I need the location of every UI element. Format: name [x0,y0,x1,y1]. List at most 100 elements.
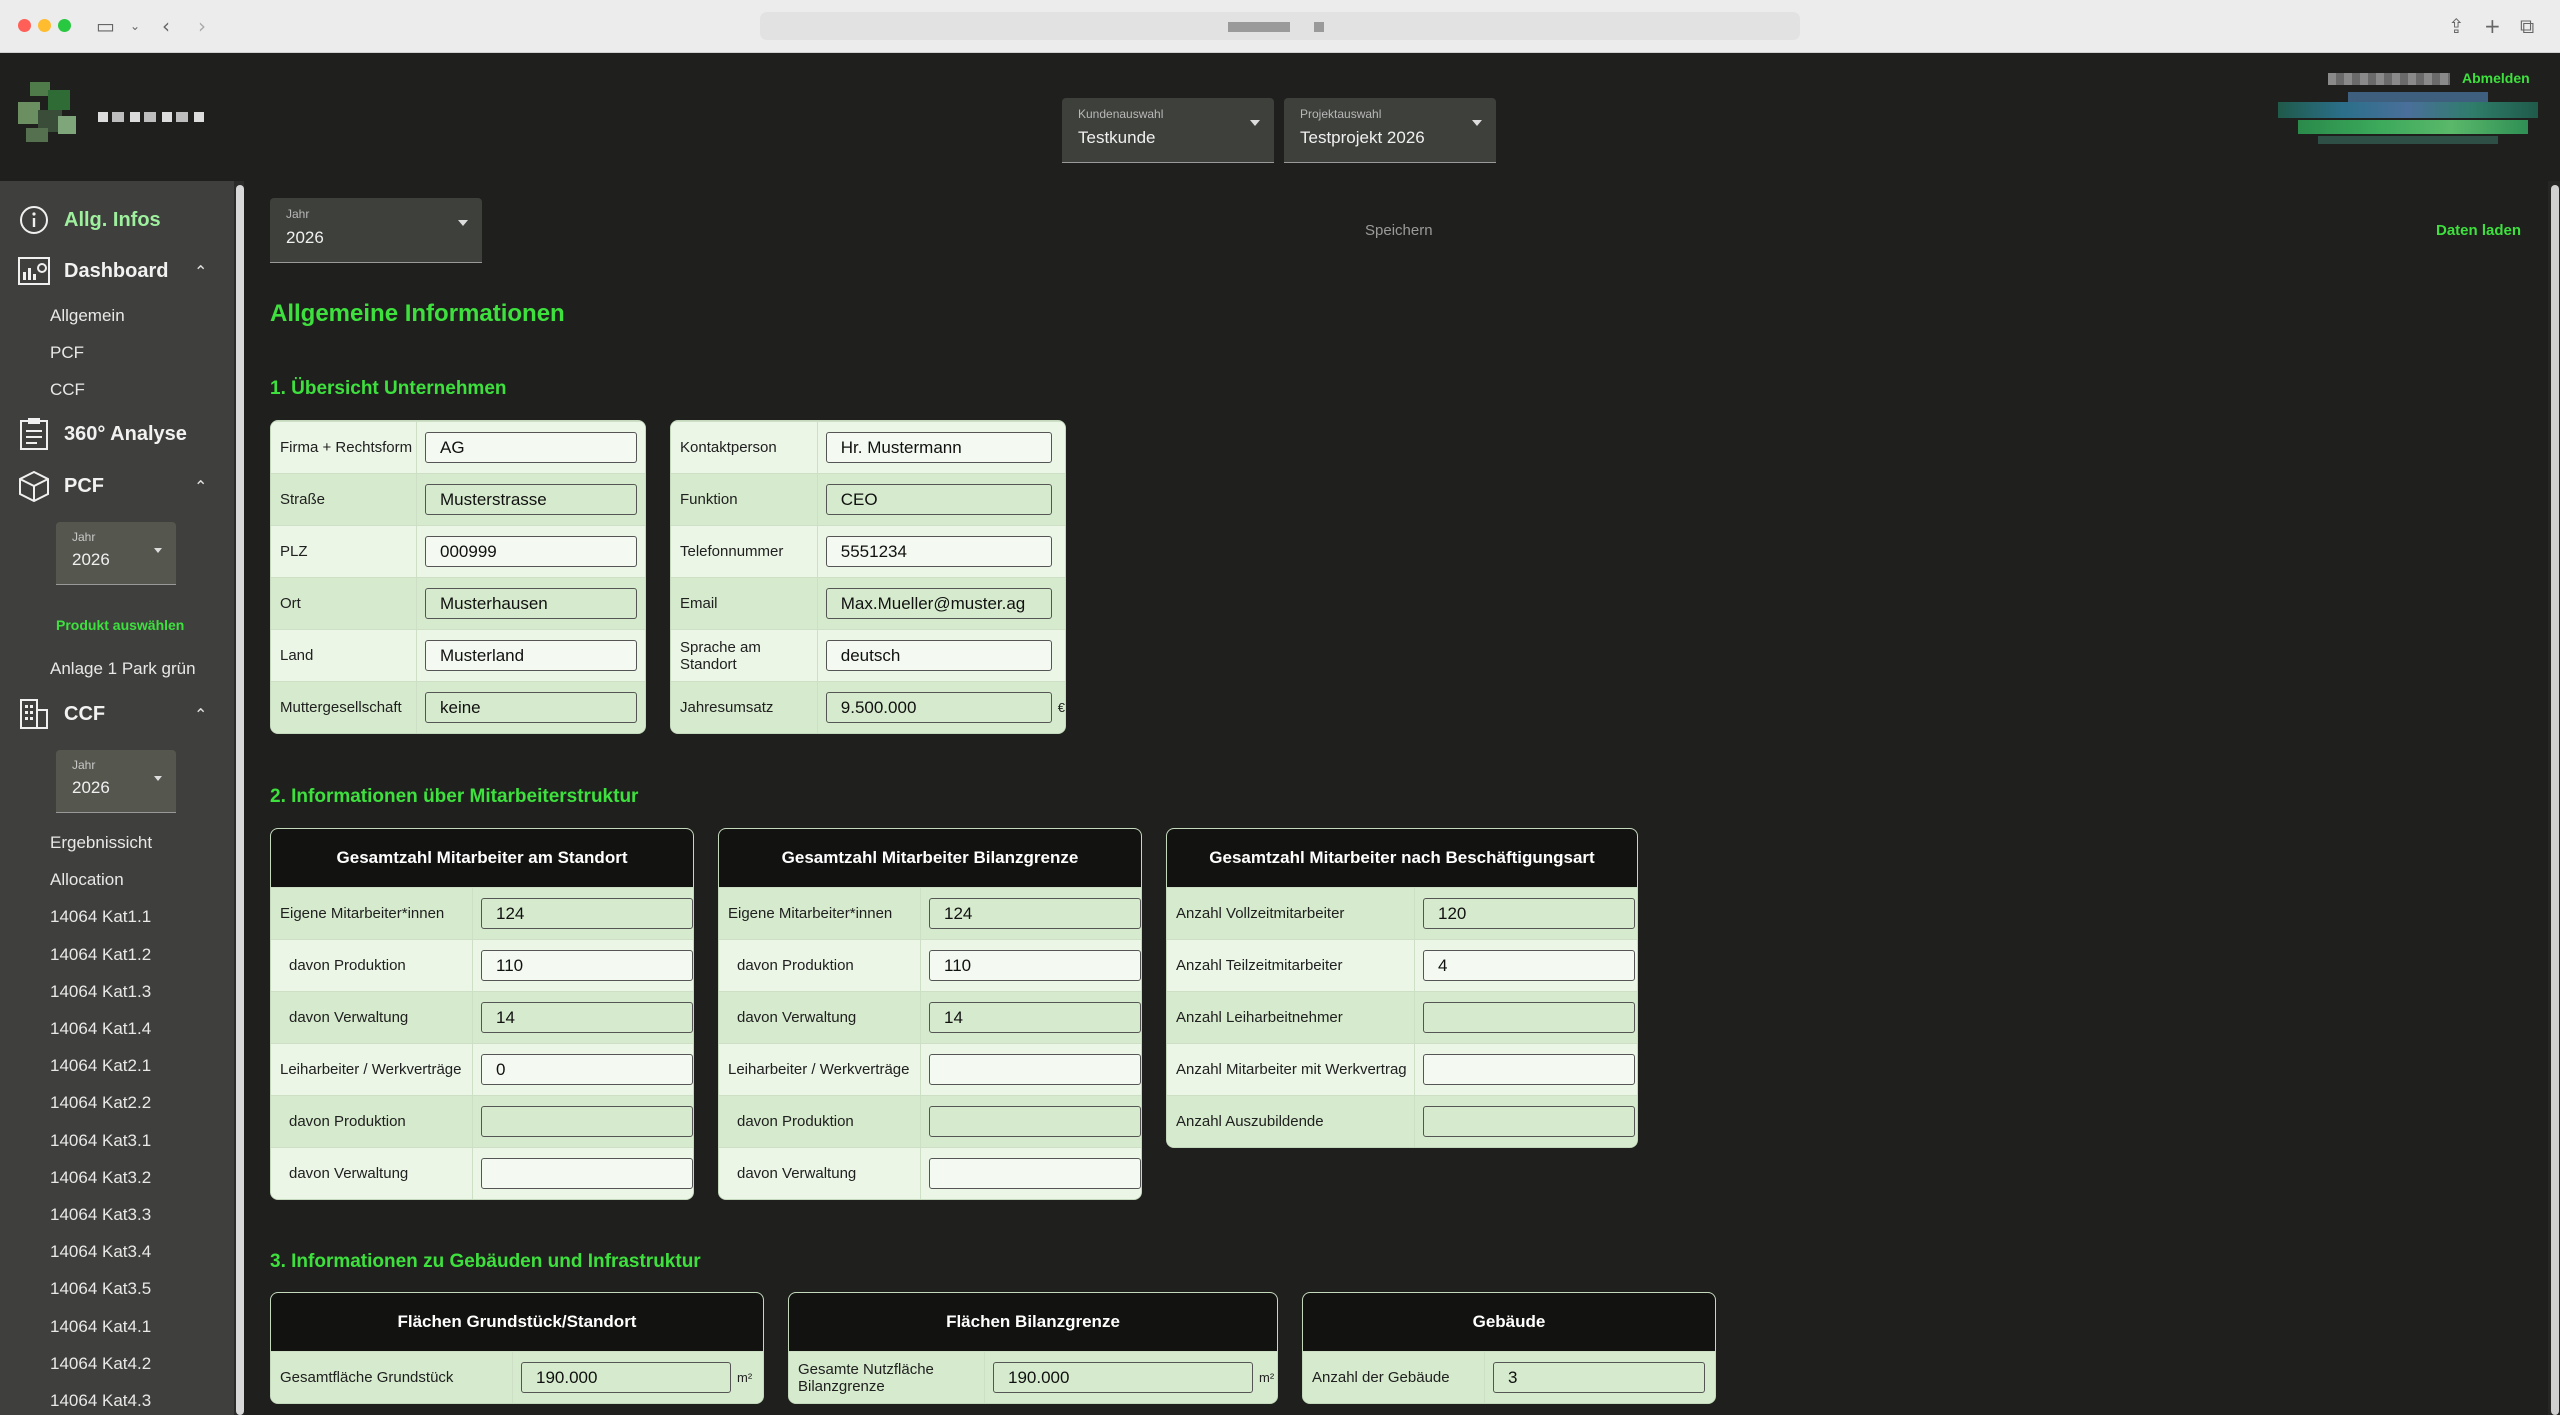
table-title: Gebäude [1303,1293,1715,1352]
year-select-value: 2026 [286,228,324,247]
section-title-company: 1. Übersicht Unternehmen [270,378,507,399]
input-field[interactable]: 0 [481,1054,693,1085]
pcf-year-label: Jahr [72,530,96,544]
sidebar-subitem-ccf[interactable]: 14064 Kat4.2 [50,1354,151,1374]
share-icon[interactable]: ⇪ [2448,14,2465,38]
zoom-window-button[interactable] [58,19,71,32]
input-field[interactable]: Hr. Mustermann [825,432,1052,463]
input-field[interactable]: keine [425,692,637,723]
unit-label: m² [737,1370,753,1385]
main-scrollbar-thumb[interactable] [2551,185,2559,1415]
chevron-up-icon[interactable]: ⌃ [194,262,207,281]
sidebar-subitem-allgemein[interactable]: Allgemein [50,306,125,326]
customer-select[interactable]: Kundenauswahl Testkunde [1062,98,1274,163]
close-window-button[interactable] [18,19,31,32]
input-field[interactable] [929,1158,1141,1189]
input-field[interactable]: AG [425,432,637,463]
input-field[interactable]: Musterhausen [425,588,637,619]
input-field[interactable] [1423,1002,1635,1033]
year-select[interactable]: Jahr 2026 [270,198,482,263]
buildings-input[interactable]: 3 [1493,1362,1705,1393]
sidebar-subitem-product[interactable]: Anlage 1 Park grün [50,659,196,679]
input-field[interactable]: Max.Mueller@muster.ag [825,588,1052,619]
sidebar-item-ccf[interactable]: CCF [18,698,105,730]
input-field[interactable]: Musterstrasse [425,484,637,515]
input-field[interactable]: 5551234 [825,536,1052,567]
logout-link[interactable]: Abmelden [2462,70,2530,86]
forward-icon[interactable]: › [198,14,206,38]
sidebar-subitem-ccf[interactable]: 14064 Kat1.1 [50,907,151,927]
table-row: Funktion CEO [671,473,1065,526]
sidebar-subitem-ccf[interactable]: CCF [50,380,85,400]
input-field[interactable]: 000999 [425,536,637,567]
sidebar-item-dashboard[interactable]: Dashboard [18,255,168,287]
sidebar-item-360-analyse[interactable]: 360° Analyse [18,418,187,450]
minimize-window-button[interactable] [38,19,51,32]
input-field[interactable]: 110 [929,950,1141,981]
browser-toolbar: ▭ ⌄ ‹ › ⇪ + ⧉ [0,0,2560,53]
sidebar-item-allg-infos[interactable]: Allg. Infos [18,204,161,236]
sidebar-subitem-ccf[interactable]: 14064 Kat3.1 [50,1131,151,1151]
table-row: Telefonnummer 5551234 [671,525,1065,578]
chevron-down-icon[interactable]: ⌄ [130,19,140,33]
ccf-year-select[interactable]: Jahr 2026 [56,750,176,813]
sidebar-subitem-ccf[interactable]: 14064 Kat1.3 [50,982,151,1002]
sidebar-subitem-ccf[interactable]: 14064 Kat4.3 [50,1391,151,1411]
input-field[interactable] [1423,1106,1635,1137]
sidebar-scrollbar-thumb[interactable] [236,185,244,1415]
save-button[interactable]: Speichern [1365,222,1433,239]
input-field[interactable] [1423,1054,1635,1085]
row-label: davon Verwaltung [719,991,921,1044]
sidebar-subitem-ccf[interactable]: 14064 Kat2.2 [50,1093,151,1113]
load-data-button[interactable]: Daten laden [2436,222,2521,239]
input-field[interactable]: 124 [929,898,1141,929]
sidebar-subitem-ccf[interactable]: Allocation [50,870,124,890]
tabs-overview-icon[interactable]: ⧉ [2520,14,2534,38]
sidebar-subitem-ccf[interactable]: 14064 Kat3.4 [50,1242,151,1262]
ccf-year-label: Jahr [72,758,96,772]
sidebar-toggle-icon[interactable]: ▭ [96,14,115,38]
sidebar-subitem-pcf[interactable]: PCF [50,343,84,363]
sidebar-subitem-ccf[interactable]: 14064 Kat3.3 [50,1205,151,1225]
input-field[interactable]: 124 [481,898,693,929]
input-field[interactable] [929,1106,1141,1137]
area-site-input[interactable]: 190.000 [521,1362,731,1393]
new-tab-icon[interactable]: + [2484,14,2501,38]
company-logo-text [98,112,208,122]
chevron-down-icon [458,220,468,226]
row-label: davon Verwaltung [271,1147,473,1199]
sidebar-subitem-ccf[interactable]: 14064 Kat2.1 [50,1056,151,1076]
sidebar-subitem-ccf[interactable]: 14064 Kat3.5 [50,1279,151,1299]
input-field[interactable]: 120 [1423,898,1635,929]
sidebar-subitem-ccf[interactable]: 14064 Kat1.4 [50,1019,151,1039]
input-field[interactable]: deutsch [825,640,1052,671]
chevron-down-icon [154,548,162,553]
back-icon[interactable]: ‹ [162,14,170,38]
sidebar-subitem-ccf[interactable]: 14064 Kat4.1 [50,1317,151,1337]
pcf-year-select[interactable]: Jahr 2026 [56,522,176,585]
input-field[interactable]: 110 [481,950,693,981]
input-field[interactable] [481,1158,693,1189]
table-row: Muttergesellschaft keine [271,681,645,733]
input-field[interactable] [481,1106,693,1137]
select-product-link[interactable]: Produkt auswählen [56,617,184,633]
chevron-up-icon[interactable]: ⌃ [194,477,207,496]
sidebar-subitem-ccf[interactable]: 14064 Kat3.2 [50,1168,151,1188]
input-field[interactable]: 14 [929,1002,1141,1033]
sidebar-subitem-ccf[interactable]: Ergebnissicht [50,833,152,853]
input-field[interactable]: CEO [825,484,1052,515]
sidebar-item-pcf[interactable]: PCF [18,470,104,502]
chevron-up-icon[interactable]: ⌃ [194,705,207,724]
input-field[interactable] [929,1054,1141,1085]
project-select[interactable]: Projektauswahl Testprojekt 2026 [1284,98,1496,163]
area-boundary-input[interactable]: 190.000 [993,1362,1253,1393]
project-select-label: Projektauswahl [1300,107,1382,121]
input-field[interactable]: 9.500.000 [825,692,1052,723]
input-field[interactable]: Musterland [425,640,637,671]
input-field[interactable]: 4 [1423,950,1635,981]
table-row: davon Verwaltung [719,1147,1141,1199]
table-row: davon Verwaltung 14 [271,991,693,1044]
input-field[interactable]: 14 [481,1002,693,1033]
sidebar-subitem-ccf[interactable]: 14064 Kat1.2 [50,945,151,965]
address-bar[interactable] [760,12,1800,40]
